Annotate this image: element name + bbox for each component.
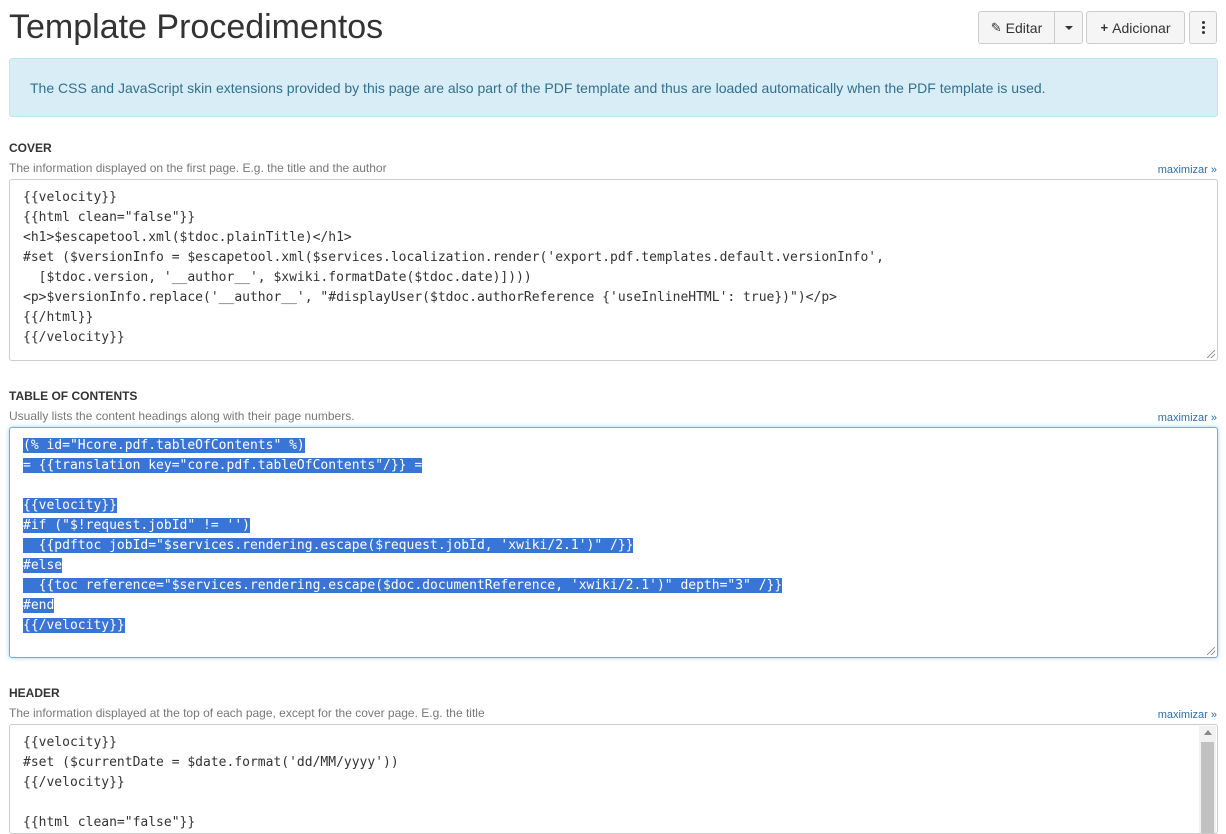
scrollbar-thumb[interactable] — [1201, 742, 1214, 833]
edit-options-button[interactable] — [1055, 11, 1083, 44]
header-editor[interactable]: {{velocity}} #set ($currentDate = $date.f… — [9, 724, 1218, 834]
code-line: <h1>$escapetool.xml($tdoc.plainTitle)</h… — [23, 228, 1204, 248]
info-message: The CSS and JavaScript skin extensions p… — [30, 80, 1046, 96]
code-line: {{html clean="false"}} — [23, 208, 1204, 228]
code-line: #set ($currentDate = $date.format('dd/MM… — [23, 753, 1204, 773]
plus-icon: + — [1100, 20, 1109, 35]
add-button[interactable]: + Adicionar — [1086, 11, 1185, 44]
code-line-text: {{/velocity}} — [23, 618, 125, 633]
code-line-text: #set ($currentDate = $date.format('dd/MM… — [23, 755, 399, 770]
code-line: {{/velocity}} — [23, 328, 1204, 348]
code-line-text: #set ($versionInfo = $escapetool.xml($se… — [23, 250, 884, 265]
code-line: {{velocity}} — [23, 733, 1204, 753]
code-line-text: {{html clean="false"}} — [23, 210, 196, 225]
more-actions-button[interactable] — [1189, 11, 1217, 44]
toc-label: TABLE OF CONTENTS — [9, 389, 138, 403]
header-hint: The information displayed at the top of … — [9, 706, 485, 720]
code-line-text: {{/velocity}} — [23, 775, 125, 790]
code-line-text: {{velocity}} — [23, 190, 117, 205]
code-line-text: = {{translation key="core.pdf.tableOfCon… — [23, 458, 423, 473]
code-line-text: <p>$versionInfo.replace('__author__', "#… — [23, 290, 837, 305]
code-line-text: #end — [23, 598, 55, 613]
header-label: HEADER — [9, 686, 60, 700]
code-line: #else — [23, 556, 1204, 576]
code-line: {{/velocity}} — [23, 616, 1204, 636]
caret-down-icon — [1064, 25, 1073, 30]
scroll-up-icon[interactable] — [1204, 730, 1212, 735]
toc-hint: Usually lists the content headings along… — [9, 409, 355, 423]
code-line: #end — [23, 596, 1204, 616]
code-line-text: {{velocity}} — [23, 735, 117, 750]
code-line: {{velocity}} — [23, 188, 1204, 208]
toc-maximize-link[interactable]: maximizar » — [1158, 412, 1217, 424]
code-line: {{velocity}} — [23, 496, 1204, 516]
info-box: The CSS and JavaScript skin extensions p… — [9, 58, 1218, 117]
code-line-text: {{velocity}} — [23, 498, 117, 513]
code-line: <p>$versionInfo.replace('__author__', "#… — [23, 288, 1204, 308]
code-line: {{toc reference="$services.rendering.esc… — [23, 576, 1204, 596]
toc-editor[interactable]: (% id="Hcore.pdf.tableOfContents" %) = {{… — [9, 427, 1218, 658]
code-line: [$tdoc.version, '__author__', $xwiki.for… — [23, 268, 1204, 288]
code-line: {{html clean="false"}} — [23, 813, 1204, 833]
resize-handle[interactable] — [1207, 647, 1215, 655]
edit-button[interactable]: ✎ Editar — [978, 11, 1055, 44]
page-toolbar: ✎ Editar + Adicionar — [978, 11, 1217, 44]
code-line-text: {{html clean="false"}} — [23, 815, 196, 830]
header-maximize-link[interactable]: maximizar » — [1158, 709, 1217, 721]
editor-scrollbar[interactable] — [1199, 726, 1216, 833]
code-line: {{/html}} — [23, 308, 1204, 328]
code-line: (% id="Hcore.pdf.tableOfContents" %) — [23, 436, 1204, 456]
code-line-text: {{/html}} — [23, 310, 94, 325]
code-line-text: {{pdftoc jobId="$services.rendering.esca… — [23, 538, 634, 553]
code-line: {{/velocity}} — [23, 773, 1204, 793]
code-line: = {{translation key="core.pdf.tableOfCon… — [23, 456, 1204, 476]
code-line-text: [$tdoc.version, '__author__', $xwiki.for… — [23, 270, 532, 285]
code-line: #set ($versionInfo = $escapetool.xml($se… — [23, 248, 1204, 268]
edit-button-label: Editar — [1005, 19, 1043, 36]
code-line-text: #if ("$!request.jobId" != '') — [23, 518, 250, 533]
pencil-icon: ✎ — [990, 19, 1002, 35]
code-line: {{pdftoc jobId="$services.rendering.esca… — [23, 536, 1204, 556]
cover-hint: The information displayed on the first p… — [9, 161, 387, 175]
cover-label: COVER — [9, 141, 52, 155]
code-line-text: {{toc reference="$services.rendering.esc… — [23, 578, 783, 593]
code-line-text: <h1>$escapetool.xml($tdoc.plainTitle)</h… — [23, 230, 352, 245]
more-vertical-icon — [1201, 21, 1205, 34]
cover-maximize-link[interactable]: maximizar » — [1158, 164, 1217, 176]
code-line: #if ("$!request.jobId" != '') — [23, 516, 1204, 536]
resize-handle[interactable] — [1207, 350, 1215, 358]
page-title: Template Procedimentos — [9, 8, 384, 46]
cover-editor[interactable]: {{velocity}} {{html clean="false"}} <h1>$e… — [9, 179, 1218, 361]
code-line-text: #else — [23, 558, 63, 573]
code-line-text: (% id="Hcore.pdf.tableOfContents" %) — [23, 438, 305, 453]
code-line-text: {{/velocity}} — [23, 330, 125, 345]
add-button-label: Adicionar — [1112, 19, 1171, 36]
